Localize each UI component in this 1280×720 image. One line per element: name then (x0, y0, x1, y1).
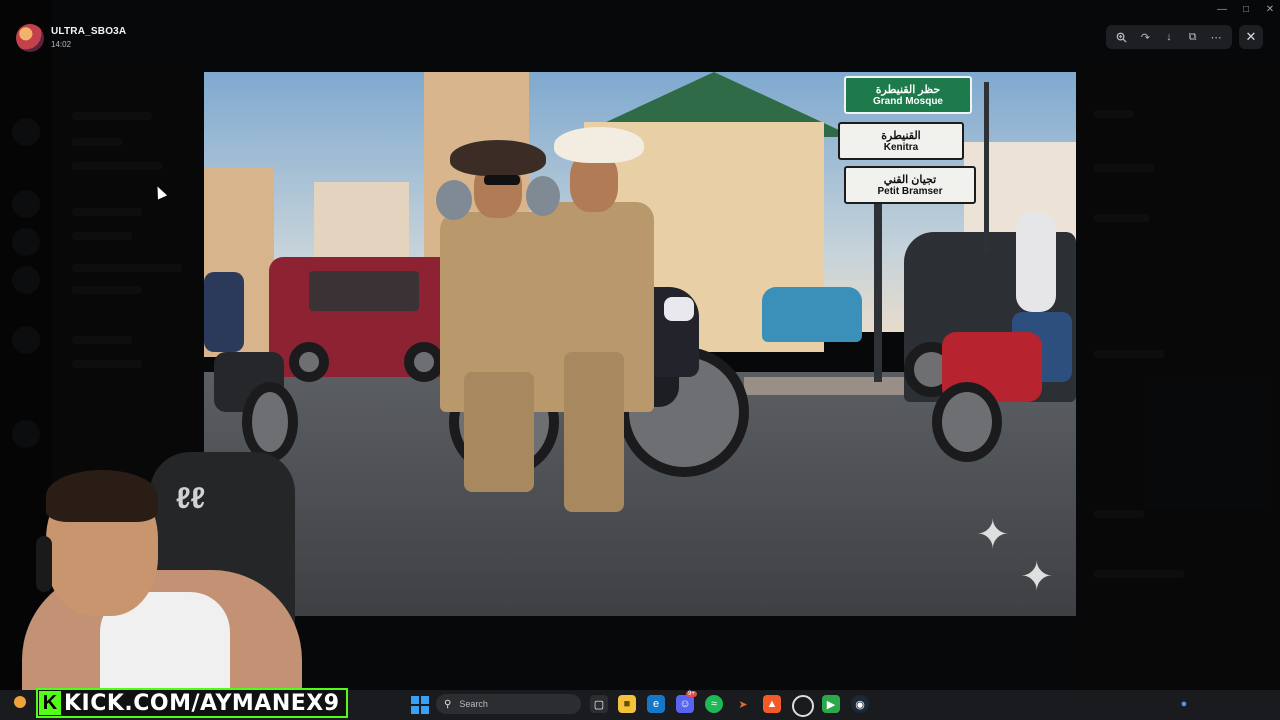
zoom-in-icon[interactable] (1113, 28, 1131, 46)
close-icon[interactable]: ✕ (1239, 25, 1263, 49)
image-sign-pole (874, 192, 882, 382)
image-blue-car (762, 287, 862, 342)
windows-start-icon[interactable] (411, 696, 429, 714)
notification-badge: 9+ (686, 691, 697, 697)
app-icon[interactable]: ➤ (734, 695, 752, 713)
image-cowboy-hat (450, 140, 546, 176)
sign-english-text: Grand Mosque (872, 96, 943, 107)
main-image[interactable]: حظر القنيطرة Grand Mosque القنيطرة Kenit… (204, 72, 1076, 616)
steam-icon[interactable]: ◉ (851, 695, 869, 713)
image-sign: القنيطرة Kenitra (838, 122, 964, 160)
obs-icon[interactable] (792, 695, 814, 717)
sparkle-icon: ✦ (976, 513, 1010, 557)
viewer-toolbar: ↷ ↓ ⧉ ⋯ (1106, 25, 1232, 49)
sign-arabic-text: القنيطرة (881, 130, 921, 142)
image-sign: حظر القنيطرة Grand Mosque (844, 76, 972, 114)
file-explorer-icon[interactable]: ■ (618, 695, 636, 713)
streamer-hair (46, 470, 158, 522)
discord-icon[interactable]: 9+ ☺ (676, 691, 697, 713)
microphone-icon[interactable]: ● (1175, 695, 1193, 713)
image-sunglasses (484, 175, 520, 185)
status-dot-icon (14, 696, 26, 708)
headphones-icon (36, 536, 52, 592)
avatar[interactable] (16, 24, 44, 52)
upload-time: 14:02 (51, 40, 72, 49)
task-view-icon[interactable]: ▢ (590, 695, 608, 713)
sparkle-icon: ✦ (1020, 555, 1054, 599)
download-icon[interactable]: ↓ (1160, 28, 1178, 46)
image-lamp-post (984, 82, 989, 252)
sign-arabic-text: حظر القنيطرة (875, 84, 941, 96)
kick-logo-icon: K (39, 691, 61, 715)
brave-browser-icon[interactable]: ▲ (763, 695, 781, 713)
webcam-overlay: ℓℓ (0, 452, 320, 692)
image-pigeon (526, 176, 560, 216)
uploader-name[interactable]: ULTRA_SBO3A (51, 26, 126, 37)
sign-english-text: Kenitra (883, 142, 919, 153)
more-icon[interactable]: ⋯ (1207, 28, 1225, 46)
search-placeholder: Search (459, 699, 488, 709)
kick-banner: K KICK.COM/AYMANEX9 (36, 688, 348, 718)
image-left-scooter (204, 272, 299, 462)
media-viewer-header: ULTRA_SBO3A 14:02 ↷ ↓ ⧉ ⋯ ✕ (0, 0, 1280, 72)
image-sign: تجيان القني Petit Bramser (844, 166, 976, 204)
kick-url: KICK.COM/AYMANEX9 (64, 690, 340, 716)
chair-logo-icon: ℓℓ (176, 482, 206, 515)
taskbar-search-input[interactable]: ⚲ Search (436, 694, 581, 714)
search-icon: ⚲ (444, 698, 452, 710)
image-right-motorcycle (932, 212, 1076, 462)
open-external-icon[interactable]: ⧉ (1184, 28, 1202, 46)
image-cowboy-hat (554, 127, 644, 163)
spotify-icon[interactable]: ≈ (705, 695, 723, 713)
edge-browser-icon[interactable]: e (647, 695, 665, 713)
forward-icon[interactable]: ↷ (1136, 28, 1154, 46)
app-icon[interactable]: ▶ (822, 695, 840, 713)
image-officer-legs (564, 352, 624, 512)
image-pigeon (436, 180, 472, 220)
sign-arabic-text: تجيان القني (883, 174, 937, 186)
sign-english-text: Petit Bramser (877, 186, 943, 197)
image-officer-legs (464, 372, 534, 492)
